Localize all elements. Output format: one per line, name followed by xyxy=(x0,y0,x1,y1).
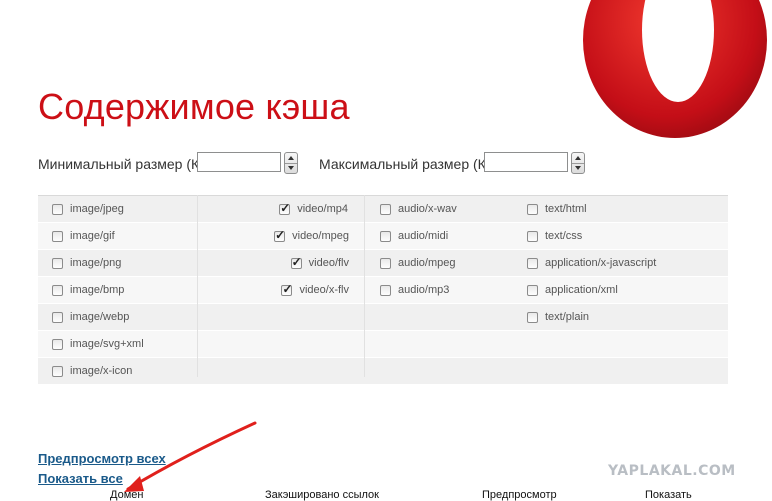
column-header-domain[interactable]: Домен xyxy=(110,489,143,501)
watermark: YAPLAKAL.COM xyxy=(608,463,736,479)
min-size-label: Минимальный размер (Кб) xyxy=(38,156,212,172)
max-size-input[interactable] xyxy=(484,152,568,172)
checkbox[interactable] xyxy=(52,311,63,323)
type-option[interactable]: image/x-icon xyxy=(52,358,132,384)
spinner-up-icon[interactable] xyxy=(575,156,581,160)
type-option[interactable]: application/xml xyxy=(527,277,618,303)
checkbox[interactable] xyxy=(380,257,391,269)
type-option[interactable]: application/x-javascript xyxy=(527,250,656,276)
type-option[interactable]: image/jpeg xyxy=(52,196,124,222)
checkbox[interactable] xyxy=(527,230,538,242)
checkbox[interactable] xyxy=(52,284,63,296)
spinner-down-icon[interactable] xyxy=(288,166,294,170)
show-all-link[interactable]: Показать все xyxy=(38,471,123,486)
column-divider xyxy=(364,195,365,377)
checkbox[interactable] xyxy=(52,338,63,350)
checkbox[interactable] xyxy=(527,203,538,215)
type-option[interactable]: video/x-flv xyxy=(198,277,349,303)
max-size-spinner[interactable] xyxy=(571,152,585,174)
max-size-label: Максимальный размер (Кб) xyxy=(319,156,499,172)
type-option[interactable]: image/bmp xyxy=(52,277,124,303)
column-divider xyxy=(197,195,198,377)
spinner-down-icon[interactable] xyxy=(575,166,581,170)
checkbox[interactable] xyxy=(290,255,302,269)
opera-logo-icon xyxy=(583,0,767,138)
mime-type-grid: image/jpeg video/mp4 audio/x-wav text/ht… xyxy=(38,195,728,385)
checkbox[interactable] xyxy=(52,257,63,269)
checkbox[interactable] xyxy=(527,284,538,296)
checkbox[interactable] xyxy=(52,365,63,377)
type-option[interactable]: text/plain xyxy=(527,304,589,330)
checkbox[interactable] xyxy=(279,201,290,215)
checkbox[interactable] xyxy=(52,203,63,215)
table-row: image/png video/flv audio/mpeg applicati… xyxy=(38,250,728,277)
checkbox[interactable] xyxy=(281,282,293,296)
checkbox[interactable] xyxy=(380,230,391,242)
page-title: Содержимое кэша xyxy=(38,86,350,127)
column-header-cached-links[interactable]: Закэшировано ссылок xyxy=(265,489,379,501)
column-header-show[interactable]: Показать xyxy=(645,489,692,501)
type-option[interactable]: text/css xyxy=(527,223,582,249)
type-option[interactable]: audio/mp3 xyxy=(380,277,449,303)
table-row: image/jpeg video/mp4 audio/x-wav text/ht… xyxy=(38,196,728,223)
type-option[interactable]: audio/midi xyxy=(380,223,448,249)
min-size-input[interactable] xyxy=(197,152,281,172)
table-row: image/webp text/plain xyxy=(38,304,728,331)
checkbox[interactable] xyxy=(527,257,538,269)
spinner-up-icon[interactable] xyxy=(288,156,294,160)
checkbox[interactable] xyxy=(527,311,538,323)
type-option[interactable]: audio/mpeg xyxy=(380,250,456,276)
min-size-spinner[interactable] xyxy=(284,152,298,174)
type-option[interactable]: video/flv xyxy=(198,250,349,276)
checkbox[interactable] xyxy=(380,203,391,215)
column-header-preview[interactable]: Предпросмотр xyxy=(482,489,557,501)
type-option[interactable]: image/gif xyxy=(52,223,115,249)
type-option[interactable]: image/svg+xml xyxy=(52,331,144,357)
type-option[interactable]: audio/x-wav xyxy=(380,196,457,222)
table-row: image/bmp video/x-flv audio/mp3 applicat… xyxy=(38,277,728,304)
table-row: image/x-icon xyxy=(38,358,728,385)
table-row: image/svg+xml xyxy=(38,331,728,358)
table-row: image/gif video/mpeg audio/midi text/css xyxy=(38,223,728,250)
type-option[interactable]: video/mpeg xyxy=(198,223,349,249)
checkbox[interactable] xyxy=(274,228,285,242)
type-option[interactable]: text/html xyxy=(527,196,587,222)
type-option[interactable]: video/mp4 xyxy=(198,196,348,222)
preview-all-link[interactable]: Предпросмотр всех xyxy=(38,451,166,466)
checkbox[interactable] xyxy=(380,284,391,296)
type-option[interactable]: image/webp xyxy=(52,304,129,330)
type-option[interactable]: image/png xyxy=(52,250,121,276)
checkbox[interactable] xyxy=(52,230,63,242)
